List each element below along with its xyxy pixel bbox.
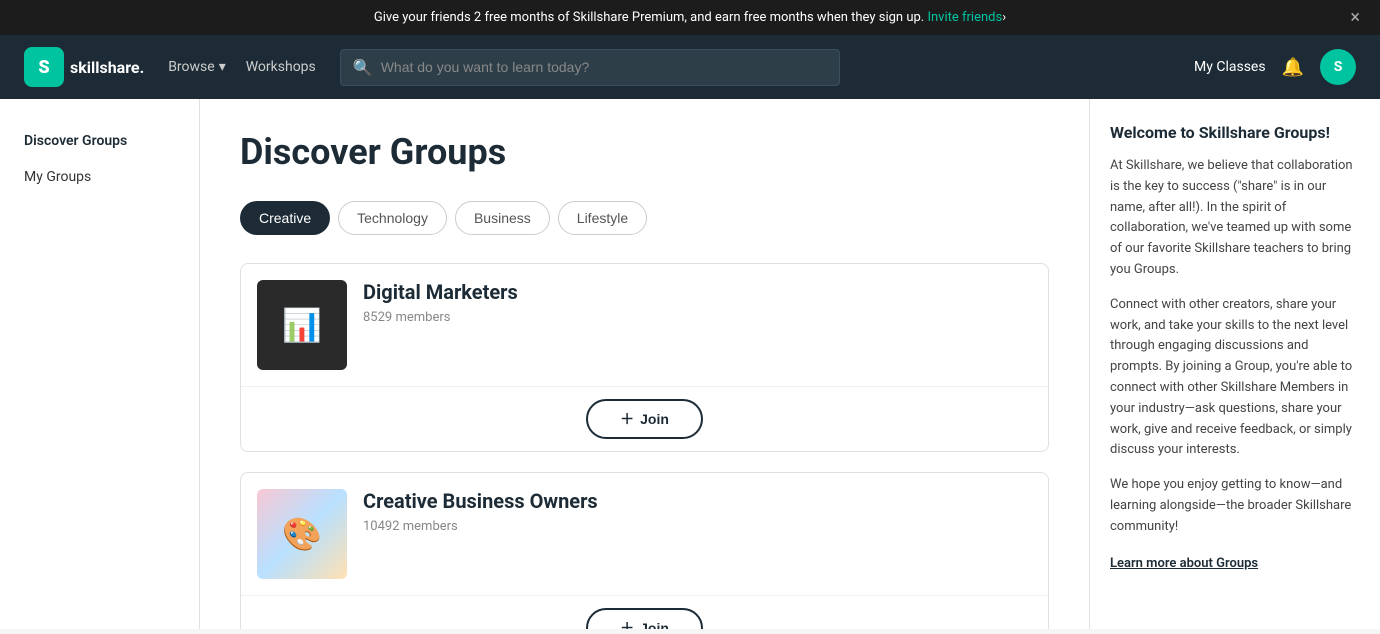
logo-icon: S: [24, 47, 64, 87]
promo-banner: Give your friends 2 free months of Skill…: [0, 0, 1380, 35]
group-info-creative-business-owners: Creative Business Owners 10492 members: [363, 489, 1032, 579]
plus-icon: ＋: [620, 409, 634, 429]
plus-icon-2: ＋: [620, 618, 634, 629]
logo[interactable]: S skillshare.: [24, 47, 144, 87]
group-members-creative-business-owners: 10492 members: [363, 519, 1032, 534]
group-name-creative-business-owners: Creative Business Owners: [363, 489, 1032, 513]
filter-tab-creative[interactable]: Creative: [240, 201, 330, 235]
content-area: Discover Groups Creative Technology Busi…: [200, 99, 1090, 629]
my-classes-link[interactable]: My Classes: [1194, 59, 1266, 75]
sidebar-item-my-groups[interactable]: My Groups: [0, 159, 199, 195]
group-name-digital-marketers: Digital Marketers: [363, 280, 1032, 304]
filter-tab-technology[interactable]: Technology: [338, 201, 447, 235]
search-icon: 🔍: [353, 58, 373, 77]
group-card-footer-digital-marketers: ＋ Join: [241, 386, 1048, 451]
filter-tabs: Creative Technology Business Lifestyle: [240, 201, 1049, 235]
page-title: Discover Groups: [240, 131, 1049, 173]
group-image-creative-business-owners: [257, 489, 347, 579]
sidebar-item-discover-groups[interactable]: Discover Groups: [0, 123, 199, 159]
filter-tab-business[interactable]: Business: [455, 201, 550, 235]
cbo-image-inner: [257, 489, 347, 579]
close-banner-button[interactable]: ×: [1350, 7, 1360, 28]
avatar[interactable]: S: [1320, 49, 1356, 85]
join-button-digital-marketers[interactable]: ＋ Join: [586, 399, 703, 439]
group-image-digital-marketers: [257, 280, 347, 370]
learn-more-about-groups-link[interactable]: Learn more about Groups: [1110, 556, 1258, 571]
search-input[interactable]: [381, 59, 827, 75]
workshops-link[interactable]: Workshops: [246, 59, 316, 75]
right-panel-paragraph-1: At Skillshare, we believe that collabora…: [1110, 156, 1360, 281]
dm-image-inner: [257, 280, 347, 370]
right-panel-paragraph-3: We hope you enjoy getting to know—and le…: [1110, 475, 1360, 537]
nav-right: My Classes 🔔 S: [1194, 49, 1356, 85]
invite-friends-link[interactable]: Invite friends: [927, 10, 1002, 25]
navbar: S skillshare. Browse Workshops 🔍 My Clas…: [0, 35, 1380, 99]
group-card-digital-marketers: Digital Marketers 8529 members ＋ Join: [240, 263, 1049, 452]
notifications-bell-icon[interactable]: 🔔: [1282, 57, 1304, 78]
banner-text: Give your friends 2 free months of Skill…: [374, 10, 924, 25]
nav-links: Browse Workshops: [168, 59, 316, 75]
right-panel-paragraph-2: Connect with other creators, share your …: [1110, 295, 1360, 461]
right-panel: Welcome to Skillshare Groups! At Skillsh…: [1090, 99, 1380, 629]
group-card-footer-creative-business-owners: ＋ Join: [241, 595, 1048, 629]
join-button-creative-business-owners[interactable]: ＋ Join: [586, 608, 703, 629]
group-members-digital-marketers: 8529 members: [363, 310, 1032, 325]
right-panel-title: Welcome to Skillshare Groups!: [1110, 123, 1360, 142]
search-bar[interactable]: 🔍: [340, 49, 840, 86]
sidebar: Discover Groups My Groups: [0, 99, 200, 629]
browse-menu[interactable]: Browse: [168, 59, 226, 75]
main-layout: Discover Groups My Groups Discover Group…: [0, 99, 1380, 629]
invite-arrow-icon: [1002, 10, 1006, 25]
logo-text: skillshare.: [70, 58, 144, 77]
filter-tab-lifestyle[interactable]: Lifestyle: [558, 201, 647, 235]
group-card-creative-business-owners: Creative Business Owners 10492 members ＋…: [240, 472, 1049, 629]
group-info-digital-marketers: Digital Marketers 8529 members: [363, 280, 1032, 370]
